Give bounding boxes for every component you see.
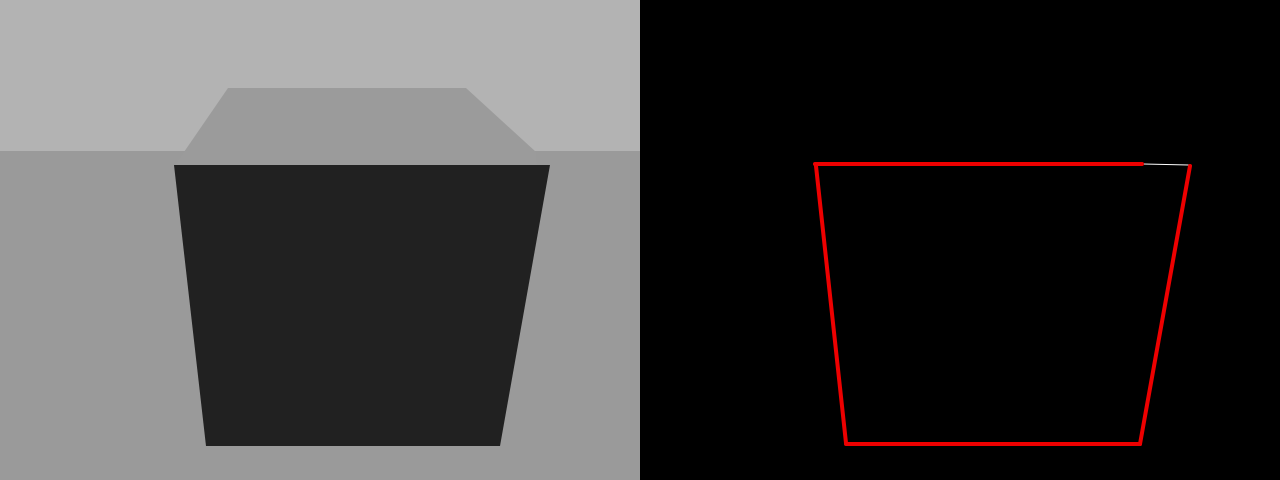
- stereo-view: [0, 0, 1280, 480]
- cube-front-face: [174, 165, 550, 446]
- edge-detection-panel: [640, 0, 1280, 480]
- overlay-background: [640, 0, 1280, 480]
- rendered-view-panel: [0, 0, 640, 480]
- rendered-scene: [0, 0, 640, 480]
- edge-overlay: [640, 0, 1280, 480]
